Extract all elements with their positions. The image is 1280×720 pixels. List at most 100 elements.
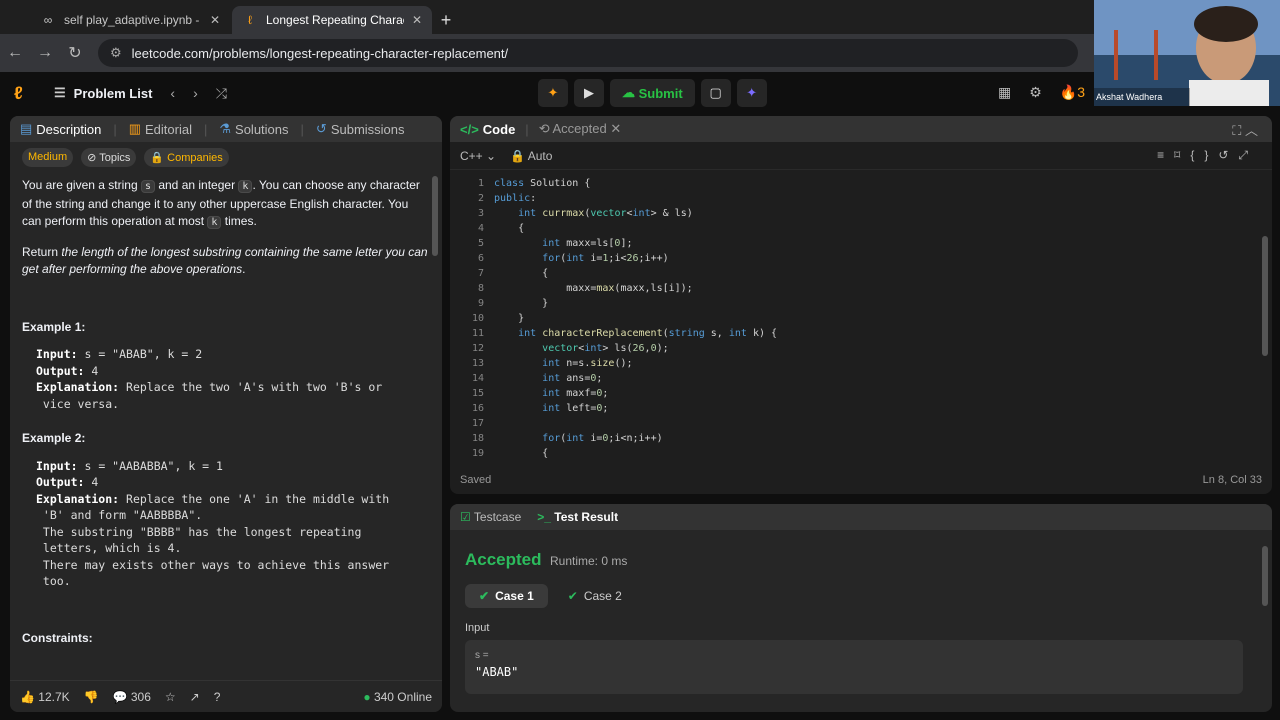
case-2-tab[interactable]: ✔ Case 2 <box>554 584 636 608</box>
text: . <box>242 262 246 276</box>
reload-icon[interactable]: ↻ <box>60 43 90 63</box>
input-variable: s = <box>475 650 489 661</box>
notes-icon[interactable]: ▢ <box>700 79 731 107</box>
favorite-icon[interactable]: ☆ <box>165 690 176 704</box>
prev-problem-icon[interactable]: ‹ <box>170 85 175 101</box>
description-paragraph: Return the length of the longest substri… <box>22 244 430 279</box>
problem-list-label: Problem List <box>73 85 153 101</box>
code-line[interactable]: 16 int left=0; <box>450 401 1272 416</box>
browser-tab-leetcode[interactable]: ℓ Longest Repeating Character Re ✕ <box>232 6 432 34</box>
tab-accepted[interactable]: ⟲ Accepted ✕ <box>539 121 622 137</box>
value: There may exists other ways to achieve t… <box>36 557 390 572</box>
divider: | <box>300 121 304 137</box>
comment-count: 306 <box>130 689 151 704</box>
close-icon[interactable]: ✕ <box>610 121 621 136</box>
help-icon[interactable]: ? <box>214 690 221 704</box>
emphasis-text: the length of the longest substring cont… <box>22 244 428 277</box>
topics-label: Topics <box>99 152 131 164</box>
dislike-button[interactable]: 👎 <box>84 690 99 704</box>
run-button[interactable]: ▶ <box>574 79 604 107</box>
line-number: 5 <box>477 238 484 249</box>
share-icon[interactable]: ↗ <box>190 690 200 704</box>
site-info-icon[interactable]: ⚙ <box>110 45 122 61</box>
scrollbar[interactable] <box>432 176 438 256</box>
line-number: 2 <box>477 193 484 204</box>
result-scrollbar[interactable] <box>1262 546 1268 606</box>
tab-description[interactable]: ▤ Description <box>20 121 101 137</box>
browser-tab-colab[interactable]: ∞ self play_adaptive.ipynb - Colab ✕ <box>30 6 230 34</box>
code-line[interactable]: 11 int characterReplacement(string s, in… <box>450 326 1272 341</box>
case-1-tab[interactable]: ✔ Case 1 <box>465 584 548 608</box>
close-tab-icon[interactable]: ✕ <box>412 13 422 27</box>
code-line[interactable]: 12 vector<int> ls(26,0); <box>450 341 1272 356</box>
tab-test-result[interactable]: >_ Test Result <box>537 510 618 524</box>
runtime-label: Runtime: 0 ms <box>550 554 628 568</box>
new-tab-button[interactable]: + <box>434 6 458 34</box>
tab-title: Longest Repeating Character Re <box>266 13 404 27</box>
language-select[interactable]: C++ ⌄ <box>460 149 496 163</box>
tab-editorial[interactable]: ▥ Editorial <box>129 121 192 137</box>
divider: | <box>203 121 208 137</box>
tab-label: Submissions <box>330 121 405 137</box>
online-count: ● 340 Online <box>363 690 432 704</box>
next-problem-icon[interactable]: › <box>193 85 198 101</box>
editor-scrollbar[interactable] <box>1262 236 1268 356</box>
tab-testcase[interactable]: ☑ Testcase <box>460 510 521 524</box>
code-text: int currmax(vector<int> & ls) <box>518 208 693 219</box>
code-header: </> Code | ⟲ Accepted ✕ ⛶ ︿ <box>450 116 1272 142</box>
code-line[interactable]: 13 int n=s.size(); <box>450 356 1272 371</box>
close-tab-icon[interactable]: ✕ <box>210 13 220 27</box>
settings-icon[interactable]: ⚙ <box>1029 84 1042 101</box>
maximize-icon[interactable]: ⛶ ︿ <box>1232 120 1258 139</box>
editor-actions[interactable]: ≡⌑{}↺⤢ <box>1157 148 1258 163</box>
leetcode-logo[interactable]: ℓ <box>14 83 42 104</box>
autosave-toggle[interactable]: 🔒 Auto <box>510 149 552 163</box>
code-text: int maxf=0; <box>542 388 609 399</box>
inline-code: s <box>140 180 155 193</box>
code-line[interactable]: 9 } <box>450 296 1272 311</box>
topics-badge[interactable]: ⊘ Topics <box>81 148 137 167</box>
like-button[interactable]: 👍 12.7K <box>20 690 70 704</box>
like-count: 12.7K <box>38 689 70 704</box>
streak-counter[interactable]: 🔥3 <box>1060 84 1085 101</box>
code-line[interactable]: 2 public: <box>450 191 1272 206</box>
random-problem-icon[interactable]: ⤮ <box>216 85 227 102</box>
leetcode-navbar: ℓ ☰ Problem List ‹ › ⤮ ✦ ▶ ☁ Submit ▢ ✦ … <box>0 72 1280 114</box>
tab-submissions[interactable]: ↺ Submissions <box>316 121 405 137</box>
webcam-image <box>1094 0 1280 106</box>
code-line[interactable]: 18 for(int i=0;i<n;i++) <box>450 431 1272 446</box>
code-line[interactable]: 15 int maxf=0; <box>450 386 1272 401</box>
result-panel: ☑ Testcase >_ Test Result Accepted Runti… <box>450 504 1272 712</box>
description-paragraph: You are given a string s and an integer … <box>22 177 430 232</box>
ai-icon[interactable]: ✦ <box>736 79 767 107</box>
code-line[interactable]: 7 { <box>450 266 1272 281</box>
code-line[interactable]: 14 int ans=0; <box>450 371 1272 386</box>
problem-list-button[interactable]: ☰ Problem List <box>54 85 152 101</box>
comments-button[interactable]: 💬 306 <box>113 690 151 704</box>
code-text: { <box>494 223 525 234</box>
forward-icon[interactable]: → <box>30 44 60 62</box>
code-line[interactable]: 10 } <box>450 311 1272 326</box>
code-editor[interactable]: 1 class Solution {2 public: 3 int currmax(v… <box>450 176 1272 459</box>
code-line[interactable]: 6 for(int i=1;i<26;i++) <box>450 251 1272 266</box>
code-line[interactable]: 17 <box>450 416 1272 431</box>
code-text: for(int i=0;i<n;i++) <box>542 433 663 444</box>
list-icon: ☰ <box>54 85 66 100</box>
tab-solutions[interactable]: ⚗ Solutions <box>219 121 288 137</box>
code-line[interactable]: 5 int maxx=ls[0]; <box>450 236 1272 251</box>
debug-icon[interactable]: ✦ <box>538 79 568 107</box>
companies-label: Companies <box>167 152 223 164</box>
result-tabs: ☑ Testcase >_ Test Result <box>450 504 1272 530</box>
code-line[interactable]: 8 maxx=max(maxx,ls[i]); <box>450 281 1272 296</box>
back-icon[interactable]: ← <box>0 44 30 62</box>
url-bar[interactable]: ⚙ leetcode.com/problems/longest-repeatin… <box>98 39 1078 67</box>
code-line[interactable]: 1 class Solution { <box>450 176 1272 191</box>
companies-badge[interactable]: 🔒 Companies <box>144 148 229 167</box>
submit-button[interactable]: ☁ Submit <box>610 79 695 107</box>
code-line[interactable]: 4 { <box>450 221 1272 236</box>
line-number: 18 <box>471 433 484 444</box>
tab-code[interactable]: </> Code <box>460 122 515 137</box>
layout-icon[interactable]: ▦ <box>998 84 1011 101</box>
code-line[interactable]: 19 { <box>450 446 1272 461</box>
code-line[interactable]: 3 int currmax(vector<int> & ls) <box>450 206 1272 221</box>
